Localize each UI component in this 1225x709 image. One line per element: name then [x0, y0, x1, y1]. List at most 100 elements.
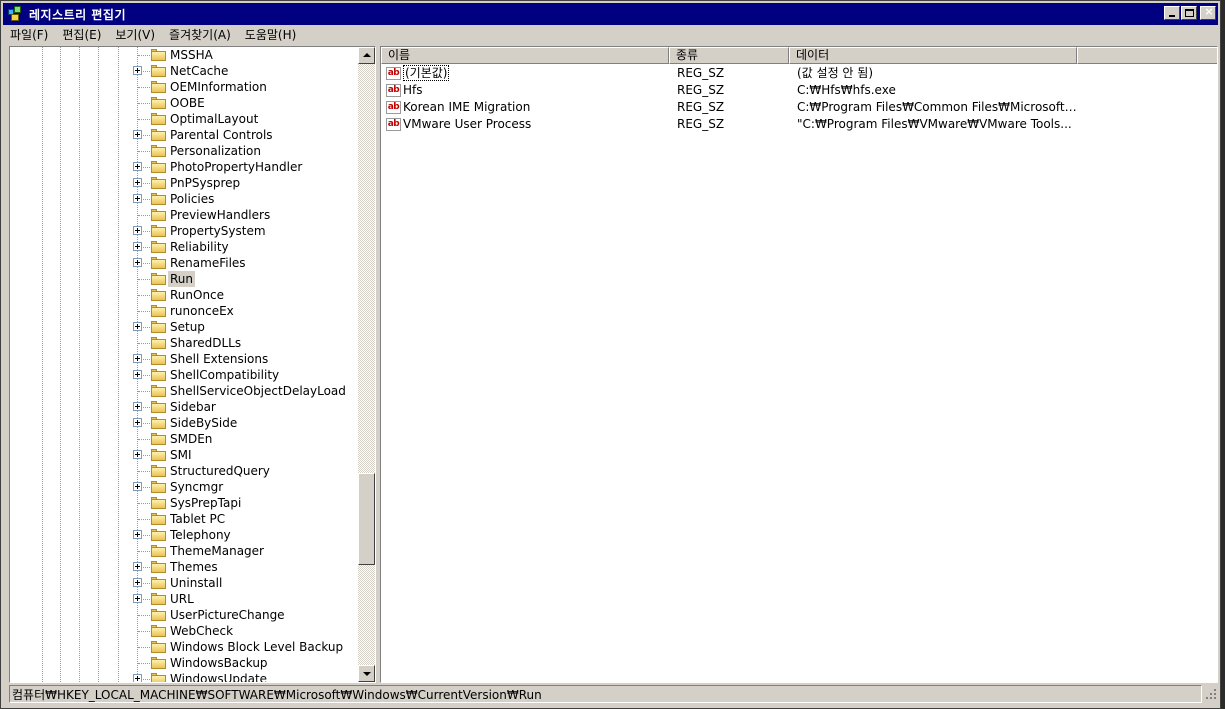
tree-item-shareddlls[interactable]: SharedDLLs — [10, 335, 358, 351]
expand-plus-icon[interactable] — [133, 370, 142, 379]
tree-item-url[interactable]: URL — [10, 591, 358, 607]
folder-icon — [151, 417, 166, 429]
tree-item-structuredquery[interactable]: StructuredQuery — [10, 463, 358, 479]
expand-plus-icon[interactable] — [133, 178, 142, 187]
expand-plus-icon[interactable] — [133, 450, 142, 459]
value-row[interactable]: ab Hfs REG_SZ C:₩Hfs₩hfs.exe — [381, 82, 1217, 99]
tree-item-previewhandlers[interactable]: PreviewHandlers — [10, 207, 358, 223]
tree-item-label: ShellCompatibility — [170, 368, 280, 382]
expand-plus-icon[interactable] — [133, 242, 142, 251]
tree-item-tablet-pc[interactable]: Tablet PC — [10, 511, 358, 527]
tree-item-windows-block-level-backup[interactable]: Windows Block Level Backup — [10, 639, 358, 655]
tree-item-oeminformation[interactable]: OEMInformation — [10, 79, 358, 95]
expand-plus-icon[interactable] — [133, 594, 142, 603]
tree-item-optimallayout[interactable]: OptimalLayout — [10, 111, 358, 127]
value-row[interactable]: ab Korean IME Migration REG_SZ C:₩Program F… — [381, 99, 1217, 116]
tree-item-label: URL — [170, 592, 194, 606]
tree-item-propertysystem[interactable]: PropertySystem — [10, 223, 358, 239]
tree-item-smden[interactable]: SMDEn — [10, 431, 358, 447]
column-header-type[interactable]: 종류 — [669, 47, 789, 64]
tree-item-webcheck[interactable]: WebCheck — [10, 623, 358, 639]
scroll-thumb[interactable] — [358, 473, 375, 565]
menu-view[interactable]: 보기(V) — [108, 25, 162, 45]
expand-plus-icon[interactable] — [133, 162, 142, 171]
tree-item-oobe[interactable]: OOBE — [10, 95, 358, 111]
tree-item-policies[interactable]: Policies — [10, 191, 358, 207]
folder-icon — [151, 529, 166, 541]
tree-item-renamefiles[interactable]: RenameFiles — [10, 255, 358, 271]
tree-item-syspreptapi[interactable]: SysPrepTapi — [10, 495, 358, 511]
tree-item-thememanager[interactable]: ThemeManager — [10, 543, 358, 559]
tree-item-label: RunOnce — [170, 288, 225, 302]
tree-item-syncmgr[interactable]: Syncmgr — [10, 479, 358, 495]
registry-tree-pane[interactable]: MSSHA NetCache OEMInformation OOBE OptimalLa… — [9, 46, 376, 683]
menu-help[interactable]: 도움말(H) — [238, 25, 304, 45]
expand-plus-icon[interactable] — [133, 258, 142, 267]
tree-item-userpicturechange[interactable]: UserPictureChange — [10, 607, 358, 623]
folder-icon — [151, 225, 166, 237]
tree-item-runonce[interactable]: RunOnce — [10, 287, 358, 303]
tree-item-pnpsysprep[interactable]: PnPSysprep — [10, 175, 358, 191]
expand-plus-icon[interactable] — [133, 482, 142, 491]
value-name-cell: (기본값) — [403, 65, 671, 82]
tree-item-runonceex[interactable]: runonceEx — [10, 303, 358, 319]
expand-plus-icon[interactable] — [133, 562, 142, 571]
tree-item-smi[interactable]: SMI — [10, 447, 358, 463]
tree-vertical-scrollbar[interactable] — [358, 47, 375, 682]
tree-item-reliability[interactable]: Reliability — [10, 239, 358, 255]
maximize-button[interactable] — [1181, 6, 1197, 20]
tree-item-uninstall[interactable]: Uninstall — [10, 575, 358, 591]
tree-item-telephony[interactable]: Telephony — [10, 527, 358, 543]
tree-item-windowsbackup[interactable]: WindowsBackup — [10, 655, 358, 671]
expand-plus-icon[interactable] — [133, 354, 142, 363]
menu-file[interactable]: 파일(F) — [3, 25, 55, 45]
expand-plus-icon[interactable] — [133, 578, 142, 587]
tree-item-label: Personalization — [170, 144, 261, 158]
close-button[interactable]: × — [1200, 6, 1216, 20]
string-value-icon: ab — [386, 118, 401, 131]
menu-favorites[interactable]: 즐겨찾기(A) — [162, 25, 238, 45]
folder-icon — [151, 97, 166, 109]
folder-icon — [151, 625, 166, 637]
menu-bar: 파일(F) 편집(E) 보기(V) 즐겨찾기(A) 도움말(H) — [3, 25, 1218, 45]
expand-plus-icon[interactable] — [133, 418, 142, 427]
column-header-name[interactable]: 이름 — [381, 47, 669, 64]
value-row[interactable]: ab VMware User Process REG_SZ "C:₩Program F… — [381, 116, 1217, 133]
tree-item-shellserviceobjectdelayload[interactable]: ShellServiceObjectDelayLoad — [10, 383, 358, 399]
tree-item-windowsupdate[interactable]: WindowsUpdate — [10, 671, 358, 682]
expand-plus-icon[interactable] — [133, 322, 142, 331]
expand-plus-icon[interactable] — [133, 226, 142, 235]
value-data: "C:₩Program Files₩VMware₩VMware Tools... — [797, 117, 1072, 131]
expand-plus-icon[interactable] — [133, 674, 142, 682]
tree-item-sidebar[interactable]: Sidebar — [10, 399, 358, 415]
scroll-down-button[interactable] — [358, 665, 375, 682]
values-list-pane[interactable]: 이름 종류 데이터 ab (기본값) REG_SZ (값 설정 안 됨) ab Hfs RE… — [380, 46, 1218, 683]
tree-item-photopropertyhandler[interactable]: PhotoPropertyHandler — [10, 159, 358, 175]
tree-item-mssha[interactable]: MSSHA — [10, 47, 358, 63]
folder-icon — [151, 257, 166, 269]
tree-item-parental-controls[interactable]: Parental Controls — [10, 127, 358, 143]
tree-item-personalization[interactable]: Personalization — [10, 143, 358, 159]
expand-plus-icon[interactable] — [133, 66, 142, 75]
expand-plus-icon[interactable] — [133, 194, 142, 203]
folder-icon — [151, 193, 166, 205]
tree-item-shell-extensions[interactable]: Shell Extensions — [10, 351, 358, 367]
expand-plus-icon[interactable] — [133, 402, 142, 411]
tree-item-themes[interactable]: Themes — [10, 559, 358, 575]
title-bar[interactable]: 레지스트리 편집기 × — [3, 3, 1218, 25]
tree-item-shellcompatibility[interactable]: ShellCompatibility — [10, 367, 358, 383]
expand-plus-icon[interactable] — [133, 530, 142, 539]
scroll-up-button[interactable] — [358, 47, 375, 64]
tree-item-netcache[interactable]: NetCache — [10, 63, 358, 79]
folder-icon — [151, 513, 166, 525]
menu-edit[interactable]: 편집(E) — [55, 25, 108, 45]
tree-item-sidebyside[interactable]: SideBySide — [10, 415, 358, 431]
value-row[interactable]: ab (기본값) REG_SZ (값 설정 안 됨) — [381, 65, 1217, 82]
expand-plus-icon[interactable] — [133, 130, 142, 139]
column-header-data[interactable]: 데이터 — [789, 47, 1077, 64]
tree-item-setup[interactable]: Setup — [10, 319, 358, 335]
tree-item-run[interactable]: Run — [10, 271, 358, 287]
minimize-button[interactable] — [1164, 6, 1180, 20]
resize-grip-icon[interactable] — [1204, 687, 1218, 701]
folder-icon — [151, 561, 166, 573]
